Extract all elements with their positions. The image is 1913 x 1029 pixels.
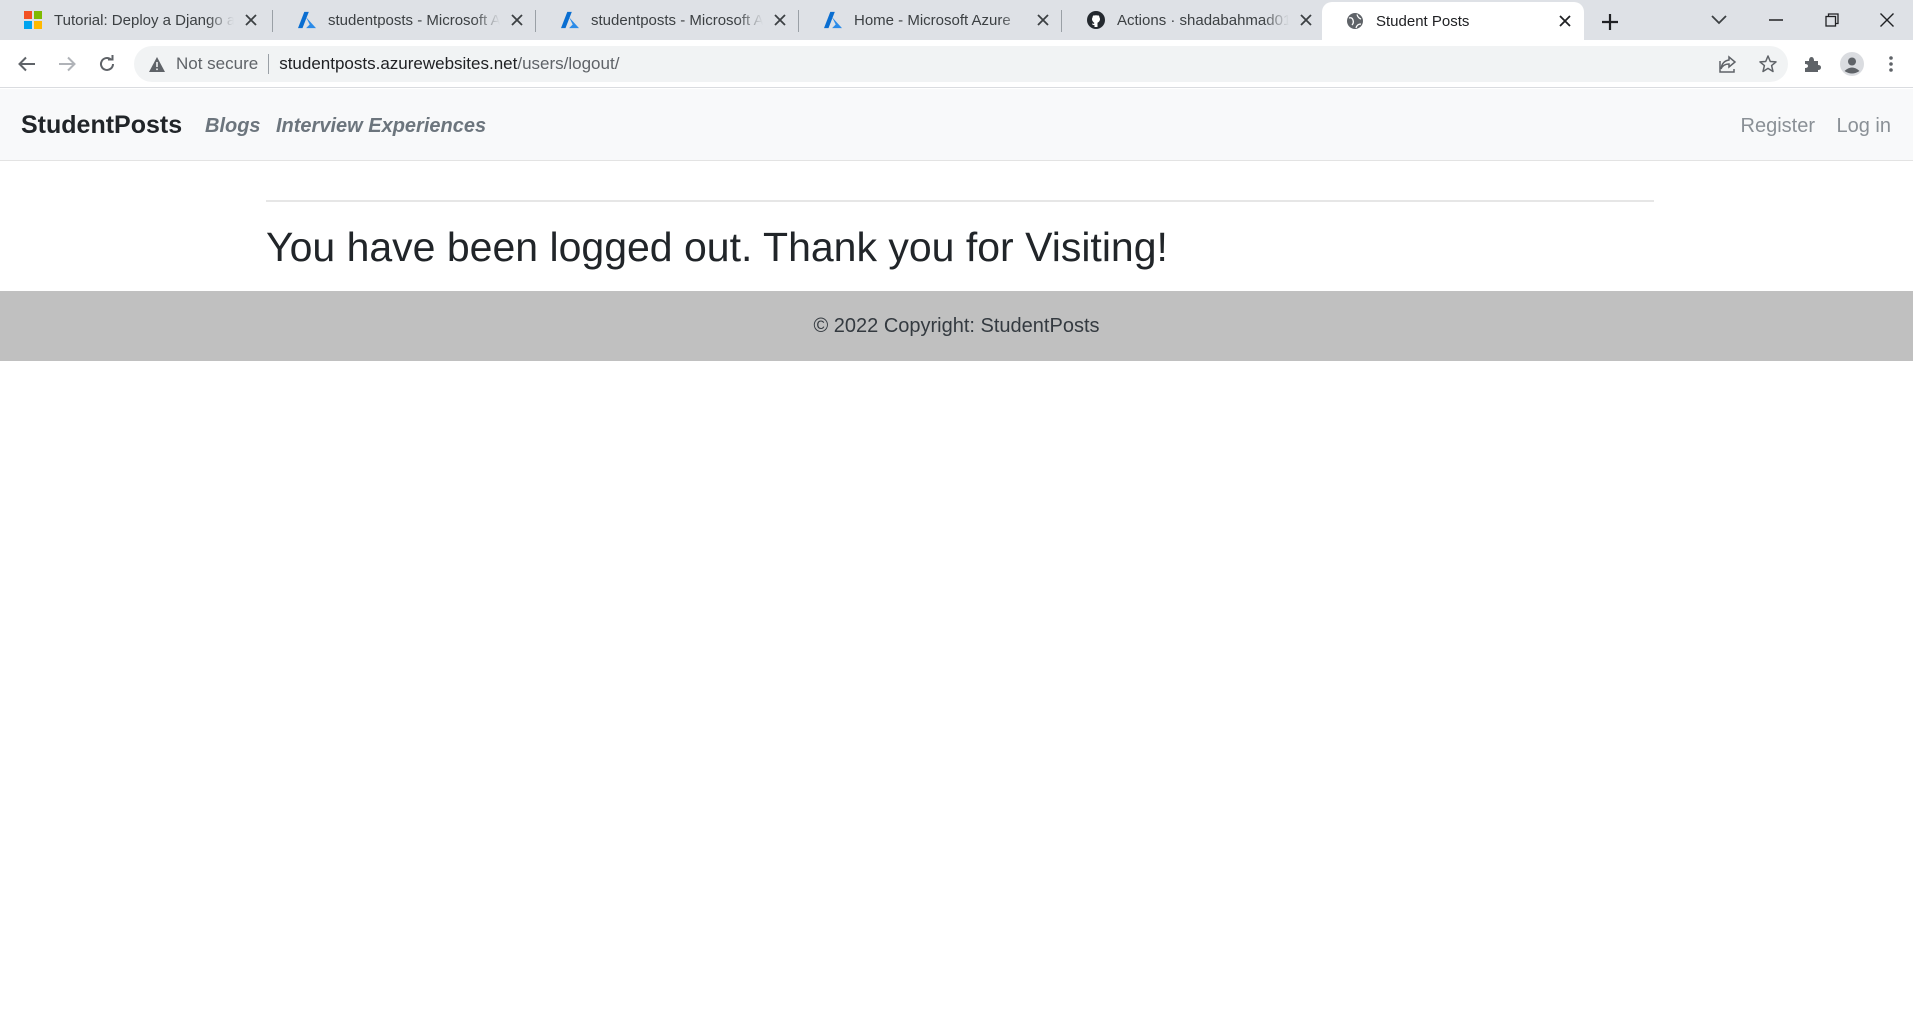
warning-icon[interactable] bbox=[148, 55, 166, 73]
profile-button[interactable] bbox=[1836, 48, 1868, 80]
avatar-icon bbox=[1840, 52, 1864, 76]
globe-icon bbox=[1346, 12, 1364, 30]
tab-title: Tutorial: Deploy a Django a bbox=[54, 11, 234, 29]
url-path: /users/logout/ bbox=[517, 54, 620, 73]
reload-icon bbox=[100, 55, 114, 71]
address-bar[interactable]: Not secure studentposts.azurewebsites.ne… bbox=[134, 46, 1788, 82]
arrow-left-icon bbox=[18, 56, 35, 72]
divider bbox=[266, 200, 1654, 202]
tab-separator bbox=[272, 10, 273, 32]
close-icon[interactable] bbox=[1034, 11, 1052, 29]
tab-title: Actions · shadabahmad01/S bbox=[1117, 11, 1289, 29]
login-link[interactable]: Log in bbox=[1837, 115, 1892, 138]
plus-icon bbox=[1602, 14, 1618, 30]
tab-separator bbox=[1061, 10, 1062, 32]
share-icon[interactable] bbox=[1712, 48, 1744, 80]
restore-icon bbox=[1825, 13, 1839, 27]
tab-strip: Tutorial: Deploy a Django a studentposts… bbox=[0, 0, 1913, 40]
footer: © 2022 Copyright: StudentPosts bbox=[0, 291, 1913, 361]
arrow-right-icon bbox=[59, 56, 76, 72]
close-icon[interactable] bbox=[1556, 12, 1574, 30]
close-icon[interactable] bbox=[242, 11, 260, 29]
tab-studentposts-azure-2[interactable]: studentposts - Microsoft Az bbox=[537, 0, 799, 40]
tab-separator bbox=[535, 10, 536, 32]
tab-student-posts[interactable]: Student Posts bbox=[1322, 2, 1584, 40]
tab-home-azure[interactable]: Home - Microsoft Azure bbox=[800, 0, 1062, 40]
nav-link-interview-experiences[interactable]: Interview Experiences bbox=[276, 115, 486, 138]
azure-logo-icon bbox=[824, 11, 842, 29]
tab-title: studentposts - Microsoft Az bbox=[591, 11, 763, 29]
tab-github-actions[interactable]: Actions · shadabahmad01/S bbox=[1063, 0, 1325, 40]
tab-title: studentposts - Microsoft Az bbox=[328, 11, 500, 29]
security-label[interactable]: Not secure bbox=[176, 54, 258, 74]
close-icon[interactable] bbox=[771, 11, 789, 29]
minimize-icon bbox=[1769, 19, 1783, 21]
azure-logo-icon bbox=[298, 11, 316, 29]
url-host: studentposts.azurewebsites.net bbox=[279, 54, 518, 73]
new-tab-button[interactable] bbox=[1596, 8, 1624, 36]
reload-button[interactable] bbox=[91, 48, 123, 80]
chevron-down-icon bbox=[1711, 15, 1727, 25]
close-icon[interactable] bbox=[508, 11, 526, 29]
more-vert-icon bbox=[1889, 56, 1893, 72]
azure-logo-icon bbox=[561, 11, 579, 29]
star-icon[interactable] bbox=[1752, 48, 1784, 80]
tab-studentposts-azure-1[interactable]: studentposts - Microsoft Az bbox=[274, 0, 536, 40]
logout-message: You have been logged out. Thank you for … bbox=[266, 224, 1168, 270]
forward-button[interactable] bbox=[51, 48, 83, 80]
browser-toolbar: Not secure studentposts.azurewebsites.ne… bbox=[0, 40, 1913, 88]
puzzle-piece-icon bbox=[1805, 57, 1821, 72]
extensions-button[interactable] bbox=[1796, 48, 1828, 80]
brand-link[interactable]: StudentPosts bbox=[21, 111, 182, 140]
url-text[interactable]: studentposts.azurewebsites.net/users/log… bbox=[279, 54, 619, 74]
copyright-text: © 2022 Copyright: StudentPosts bbox=[813, 314, 1100, 337]
minimize-button[interactable] bbox=[1748, 0, 1804, 40]
restore-button[interactable] bbox=[1804, 0, 1860, 40]
microsoft-logo-icon bbox=[24, 11, 42, 29]
close-icon bbox=[1879, 13, 1894, 27]
nav-link-blogs[interactable]: Blogs bbox=[205, 115, 261, 138]
tab-search-button[interactable] bbox=[1691, 0, 1747, 40]
github-logo-icon bbox=[1087, 11, 1105, 29]
menu-button[interactable] bbox=[1875, 48, 1907, 80]
address-divider bbox=[268, 54, 270, 74]
close-icon[interactable] bbox=[1297, 11, 1315, 29]
register-link[interactable]: Register bbox=[1741, 115, 1815, 138]
tab-title: Home - Microsoft Azure bbox=[854, 11, 1011, 29]
tab-tutorial[interactable]: Tutorial: Deploy a Django a bbox=[0, 0, 270, 40]
back-button[interactable] bbox=[11, 48, 43, 80]
site-navbar: StudentPosts Blogs Interview Experiences… bbox=[0, 89, 1913, 161]
tab-title: Student Posts bbox=[1376, 12, 1470, 30]
tab-separator bbox=[798, 10, 799, 32]
close-window-button[interactable] bbox=[1860, 0, 1913, 40]
